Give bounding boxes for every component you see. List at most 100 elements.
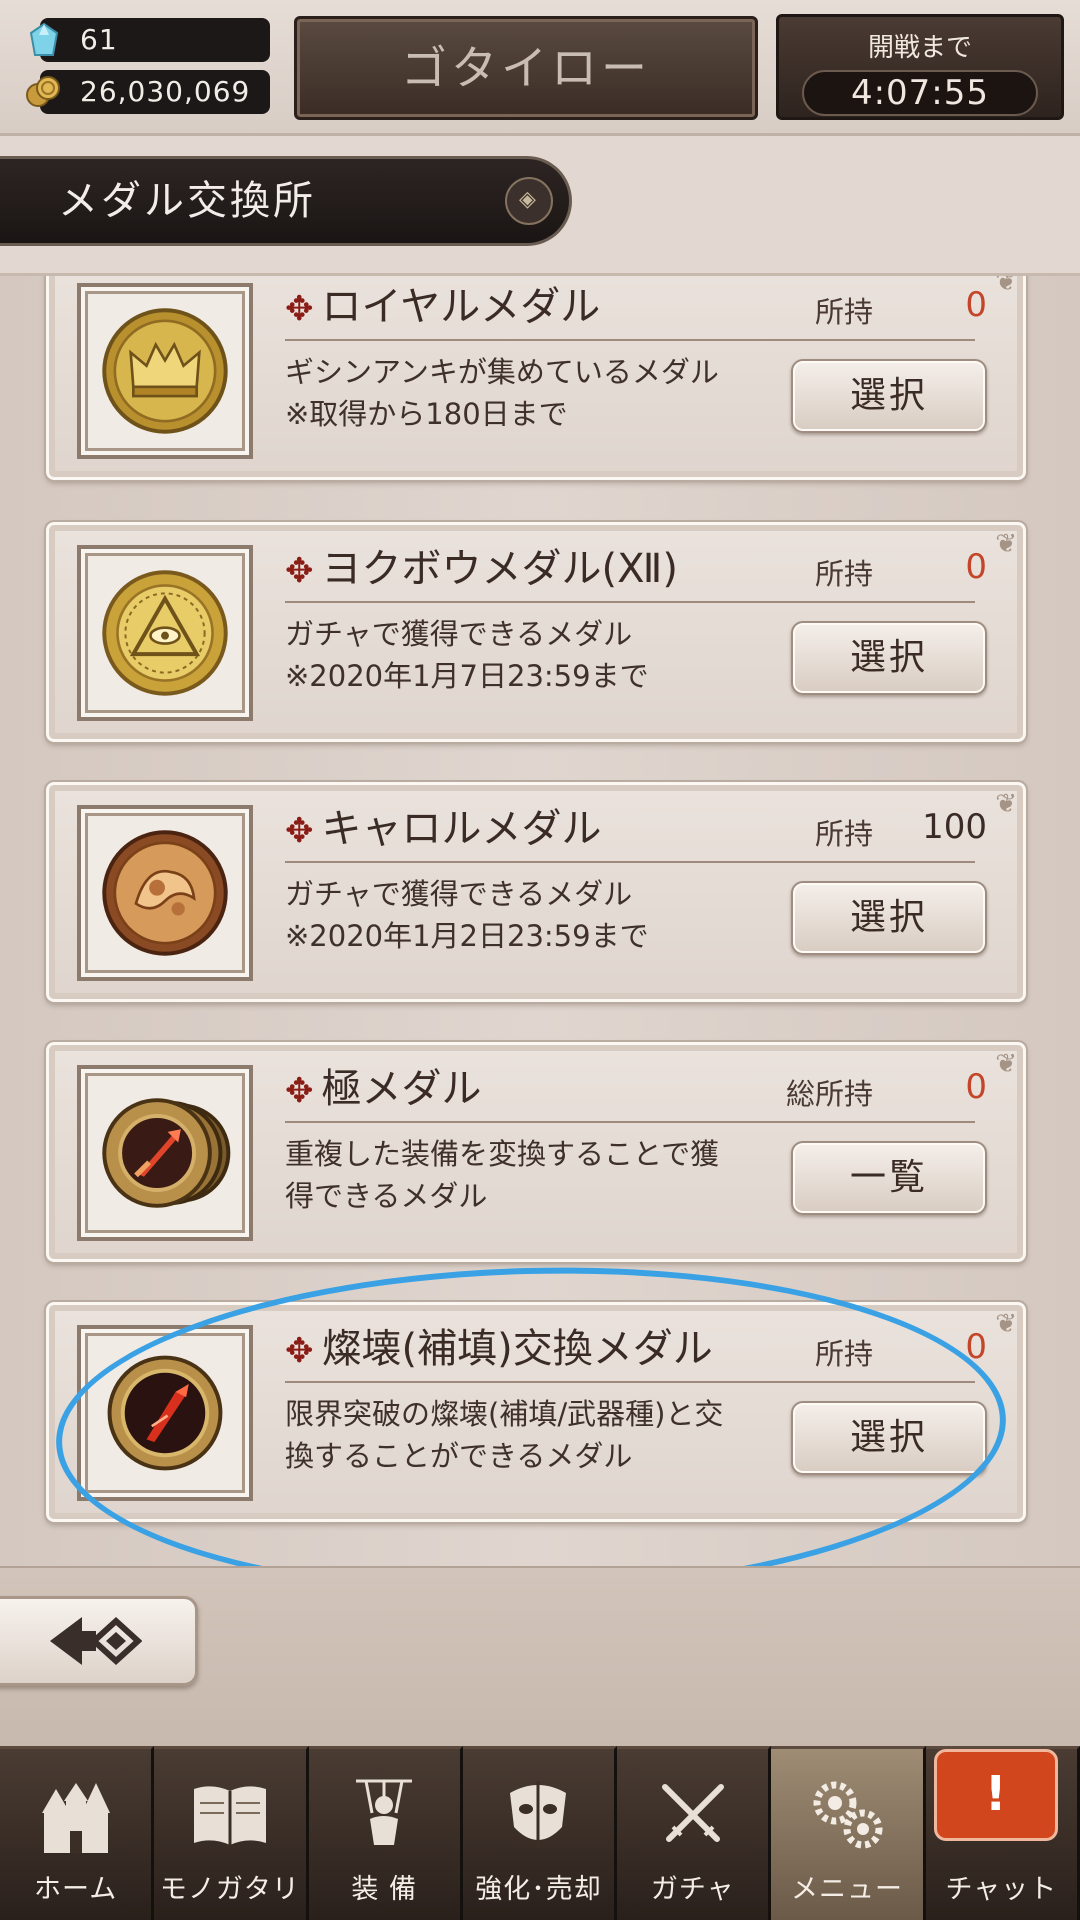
select-button[interactable]: 選択	[791, 359, 987, 433]
cross-ornament-icon: ✥	[285, 811, 314, 851]
medal-card-royal: ❦ ✥ ロイヤルメダル 所持 0 ギシンアンキが集めているメダル ※取得から180…	[44, 276, 1028, 482]
divider	[285, 1121, 975, 1123]
divider	[285, 339, 975, 341]
desc-line: ※2020年1月7日23:59まで	[285, 659, 649, 693]
cross-ornament-icon: ✥	[285, 289, 314, 329]
crown-medal-icon	[102, 308, 228, 434]
castle-icon	[0, 1767, 151, 1863]
gem-count: 61	[80, 23, 118, 56]
desc-line: ※2020年1月2日23:59まで	[285, 919, 649, 953]
medal-frame	[77, 283, 253, 459]
gem-icon	[26, 22, 62, 58]
medal-name-text: キャロルメダル	[321, 806, 602, 852]
medal-description: 重複した装備を変換することで獲 得できるメダル	[285, 1133, 755, 1217]
red-blade-medal-icon	[107, 1355, 223, 1471]
nav-label: 装 備	[351, 1874, 417, 1905]
medal-frame	[77, 545, 253, 721]
page-title-text: メダル交換所	[58, 178, 316, 224]
divider	[285, 861, 975, 863]
nav-menu[interactable]: メニュー	[771, 1746, 926, 1920]
own-label: 所持	[814, 817, 873, 851]
medal-card-sankai: ❦ ✥ 燦壊(補填)交換メダル 所持 0 限界突破の燦壊(補填/武器種)と交 換す…	[44, 1300, 1028, 1524]
own-label: 総所持	[785, 1077, 873, 1111]
medal-name: ✥ キャロルメダル	[285, 801, 755, 857]
medal-name: ✥ 極メダル	[285, 1061, 755, 1117]
list-button[interactable]: 一覧	[791, 1141, 987, 1215]
gem-counter: 61	[29, 18, 270, 62]
back-bar	[0, 1566, 1080, 1746]
medal-frame	[77, 1325, 253, 1501]
medal-name-text: 燦壊(補填)交換メダル	[321, 1326, 713, 1372]
nav-chat[interactable]: ! チャット	[925, 1746, 1080, 1920]
medal-name-text: ロイヤルメダル	[321, 284, 601, 330]
player-name-plate[interactable]: ゴタイロー	[294, 16, 758, 120]
gold-count: 26,030,069	[80, 75, 251, 108]
section-header: メダル交換所 ◈	[0, 136, 1080, 276]
coin-icon	[26, 74, 62, 110]
medal-name-text: 極メダル	[321, 1066, 482, 1112]
divider	[285, 1381, 975, 1383]
corner-ornament-icon: ❦	[995, 529, 1017, 559]
nav-label: ガチャ	[650, 1874, 735, 1905]
own-count: 0	[965, 547, 987, 587]
desc-line: ギシンアンキが集めているメダル	[285, 355, 719, 389]
own-count: 0	[965, 285, 987, 325]
nav-story[interactable]: モノガタリ	[154, 1746, 309, 1920]
back-arrow-icon	[50, 1616, 142, 1666]
section-toggle-icon[interactable]: ◈	[505, 177, 553, 225]
cross-ornament-icon: ✥	[285, 1331, 314, 1371]
select-button[interactable]: 選択	[791, 621, 987, 695]
timer-value: 4:07:55	[802, 70, 1038, 116]
medal-name: ✥ ヨクボウメダル(Ⅻ)	[285, 541, 755, 597]
gold-counter: 26,030,069	[26, 70, 270, 114]
cross-ornament-icon: ✥	[285, 1071, 314, 1111]
desc-line: 限界突破の燦壊(補填/武器種)と交	[285, 1397, 724, 1431]
back-button[interactable]	[0, 1596, 198, 1686]
mask-icon	[463, 1767, 614, 1863]
nav-label: チャット	[945, 1874, 1058, 1905]
medal-description: ガチャで獲得できるメダル ※2020年1月2日23:59まで	[285, 873, 755, 957]
medal-name: ✥ 燦壊(補填)交換メダル	[285, 1321, 755, 1377]
eye-medal-icon	[102, 570, 228, 696]
divider	[285, 601, 975, 603]
medal-description: 限界突破の燦壊(補填/武器種)と交 換することができるメダル	[285, 1393, 755, 1477]
gears-icon	[771, 1767, 922, 1863]
own-count: 0	[965, 1327, 987, 1367]
corner-ornament-icon: ❦	[995, 1049, 1017, 1079]
carol-medal-icon	[102, 830, 228, 956]
own-label: 所持	[814, 557, 873, 591]
battle-timer: 開戦まで 4:07:55	[776, 14, 1064, 120]
page-title: メダル交換所 ◈	[0, 156, 572, 246]
desc-line: ※取得から180日まで	[285, 397, 568, 431]
puppet-icon	[309, 1767, 460, 1863]
medal-card-kiwami: ❦ ✥ 極メダル 総所持 0 重複した装備を変換することで獲 得できるメダル 一覧	[44, 1040, 1028, 1264]
top-hud: 61 26,030,069 ゴタイロー 開戦まで 4:07:55	[0, 0, 1080, 136]
nav-equip[interactable]: 装 備	[308, 1746, 463, 1920]
select-button[interactable]: 選択	[791, 1401, 987, 1475]
corner-ornament-icon: ❦	[995, 789, 1017, 819]
nav-label: メニュー	[791, 1874, 904, 1905]
nav-label: 強化･売却	[475, 1874, 602, 1905]
medal-list[interactable]: ❦ ✥ ロイヤルメダル 所持 0 ギシンアンキが集めているメダル ※取得から180…	[0, 276, 1080, 1566]
nav-gacha[interactable]: ガチャ	[617, 1746, 772, 1920]
medal-card-carol: ❦ ✥ キャロルメダル 所持 100 ガチャで獲得できるメダル ※2020年1月2…	[44, 780, 1028, 1004]
corner-ornament-icon: ❦	[995, 276, 1017, 297]
sword-medal-stack-icon	[102, 1098, 231, 1208]
medal-frame	[77, 805, 253, 981]
nav-home[interactable]: ホーム	[0, 1746, 155, 1920]
desc-line: 得できるメダル	[285, 1179, 488, 1213]
book-icon	[154, 1767, 305, 1863]
chat-alert-icon: !	[933, 1749, 1058, 1841]
nav-enhance-sell[interactable]: 強化･売却	[462, 1746, 618, 1920]
desc-line: 重複した装備を変換することで獲	[285, 1137, 720, 1171]
cross-ornament-icon: ✥	[285, 551, 314, 591]
medal-card-yokubou: ❦ ✥ ヨクボウメダル(Ⅻ) 所持 0 ガチャで獲得できるメダル ※2020年1月…	[44, 520, 1028, 744]
own-count: 0	[965, 1067, 987, 1107]
medal-description: ギシンアンキが集めているメダル ※取得から180日まで	[285, 351, 755, 435]
bottom-nav: ホーム モノガタリ 装 備 強化･売却 ガチャ メニュー ! チャット	[0, 1746, 1080, 1920]
timer-label: 開戦まで	[867, 33, 972, 63]
own-label: 所持	[814, 1337, 873, 1371]
select-button[interactable]: 選択	[791, 881, 987, 955]
own-count: 100	[922, 807, 987, 847]
desc-line: ガチャで獲得できるメダル	[285, 877, 633, 911]
